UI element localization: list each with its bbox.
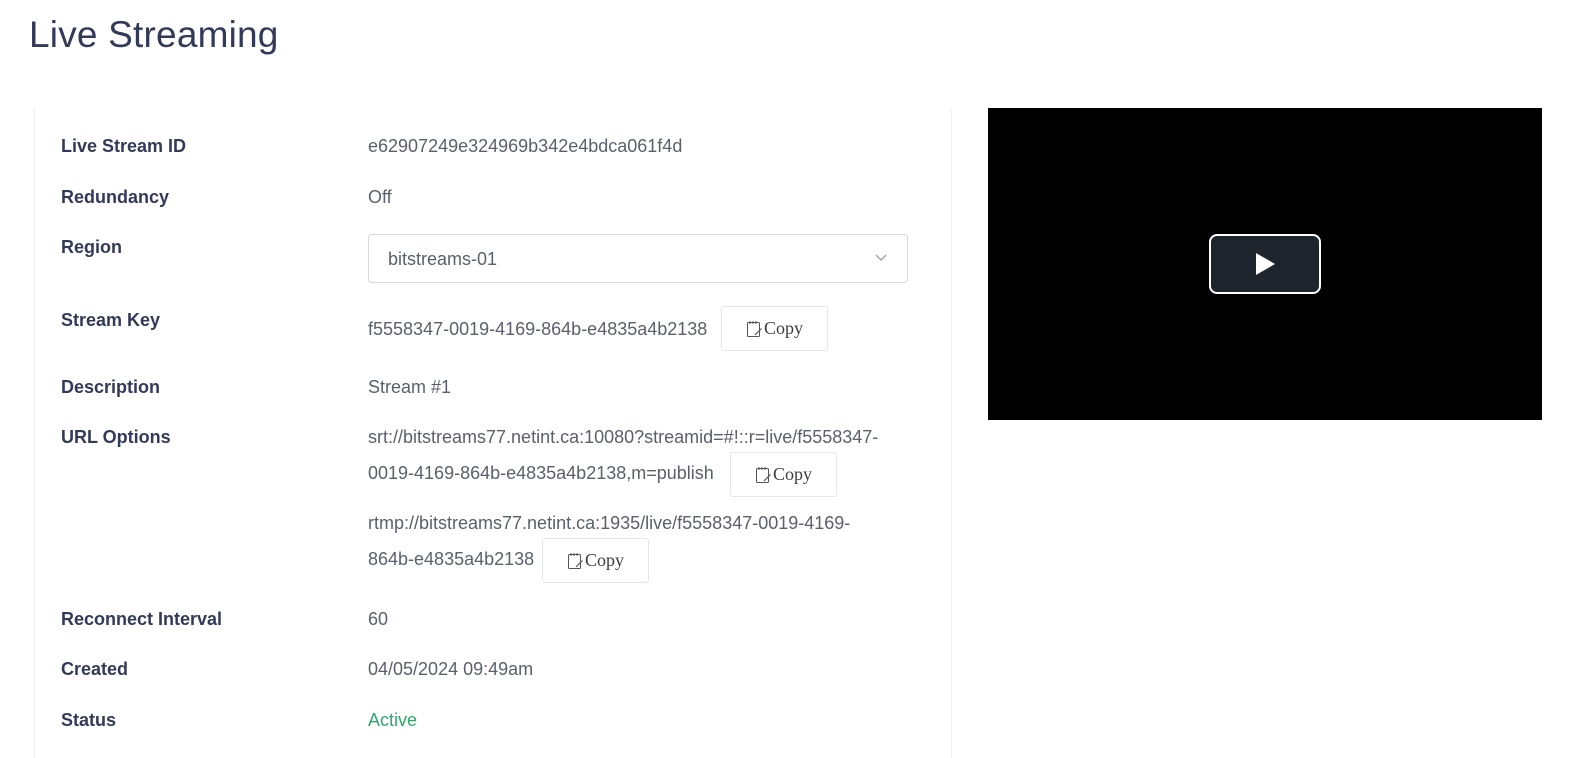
copy-label: Copy bbox=[763, 318, 803, 338]
status-label: Status bbox=[61, 710, 117, 730]
url-options-label: URL Options bbox=[61, 427, 171, 447]
description-value: Stream #1 bbox=[368, 377, 452, 397]
redundancy-label: Redundancy bbox=[61, 187, 170, 207]
copy-label: Copy bbox=[584, 550, 624, 570]
reconnect-interval-label: Reconnect Interval bbox=[61, 609, 223, 629]
copy-stream-key-button[interactable]: Copy bbox=[721, 306, 828, 351]
copy-label: Copy bbox=[772, 464, 812, 484]
clipboard-icon bbox=[746, 320, 762, 337]
srt-url-line-2: 0019-4169-864b-e4835a4b2138,m=publish bbox=[368, 463, 714, 483]
clipboard-icon bbox=[755, 466, 771, 483]
page-title: Live Streaming bbox=[29, 14, 279, 55]
stream-id-value: e62907249e324969b342e4bdca061f4d bbox=[368, 136, 683, 156]
status-value: Active bbox=[368, 710, 418, 730]
stream-details-panel: Live Stream ID e62907249e324969b342e4bdc… bbox=[34, 108, 952, 758]
stream-key-value: f5558347-0019-4169-864b-e4835a4b2138 bbox=[368, 319, 708, 339]
srt-url-line-1: srt://bitstreams77.netint.ca:10080?strea… bbox=[368, 427, 879, 447]
copy-rtmp-url-button[interactable]: Copy bbox=[542, 538, 649, 583]
redundancy-value: Off bbox=[368, 187, 392, 207]
created-label: Created bbox=[61, 659, 129, 679]
description-label: Description bbox=[61, 377, 161, 397]
stream-key-label: Stream Key bbox=[61, 310, 161, 330]
region-label: Region bbox=[61, 237, 122, 257]
reconnect-interval-value: 60 bbox=[368, 609, 389, 629]
region-selected-value: bitstreams-01 bbox=[388, 249, 498, 269]
stream-id-label: Live Stream ID bbox=[61, 136, 187, 156]
copy-srt-url-button[interactable]: Copy bbox=[730, 452, 837, 497]
play-button[interactable] bbox=[1209, 234, 1321, 294]
clipboard-icon bbox=[567, 552, 583, 569]
chevron-down-icon bbox=[875, 254, 887, 261]
video-player[interactable] bbox=[988, 108, 1542, 420]
region-select[interactable]: bitstreams-01 bbox=[368, 234, 908, 283]
play-icon bbox=[1256, 253, 1275, 275]
rtmp-url-line-2: 864b-e4835a4b2138 bbox=[368, 549, 535, 569]
created-value: 04/05/2024 09:49am bbox=[368, 659, 534, 679]
rtmp-url-line-1: rtmp://bitstreams77.netint.ca:1935/live/… bbox=[368, 513, 851, 533]
